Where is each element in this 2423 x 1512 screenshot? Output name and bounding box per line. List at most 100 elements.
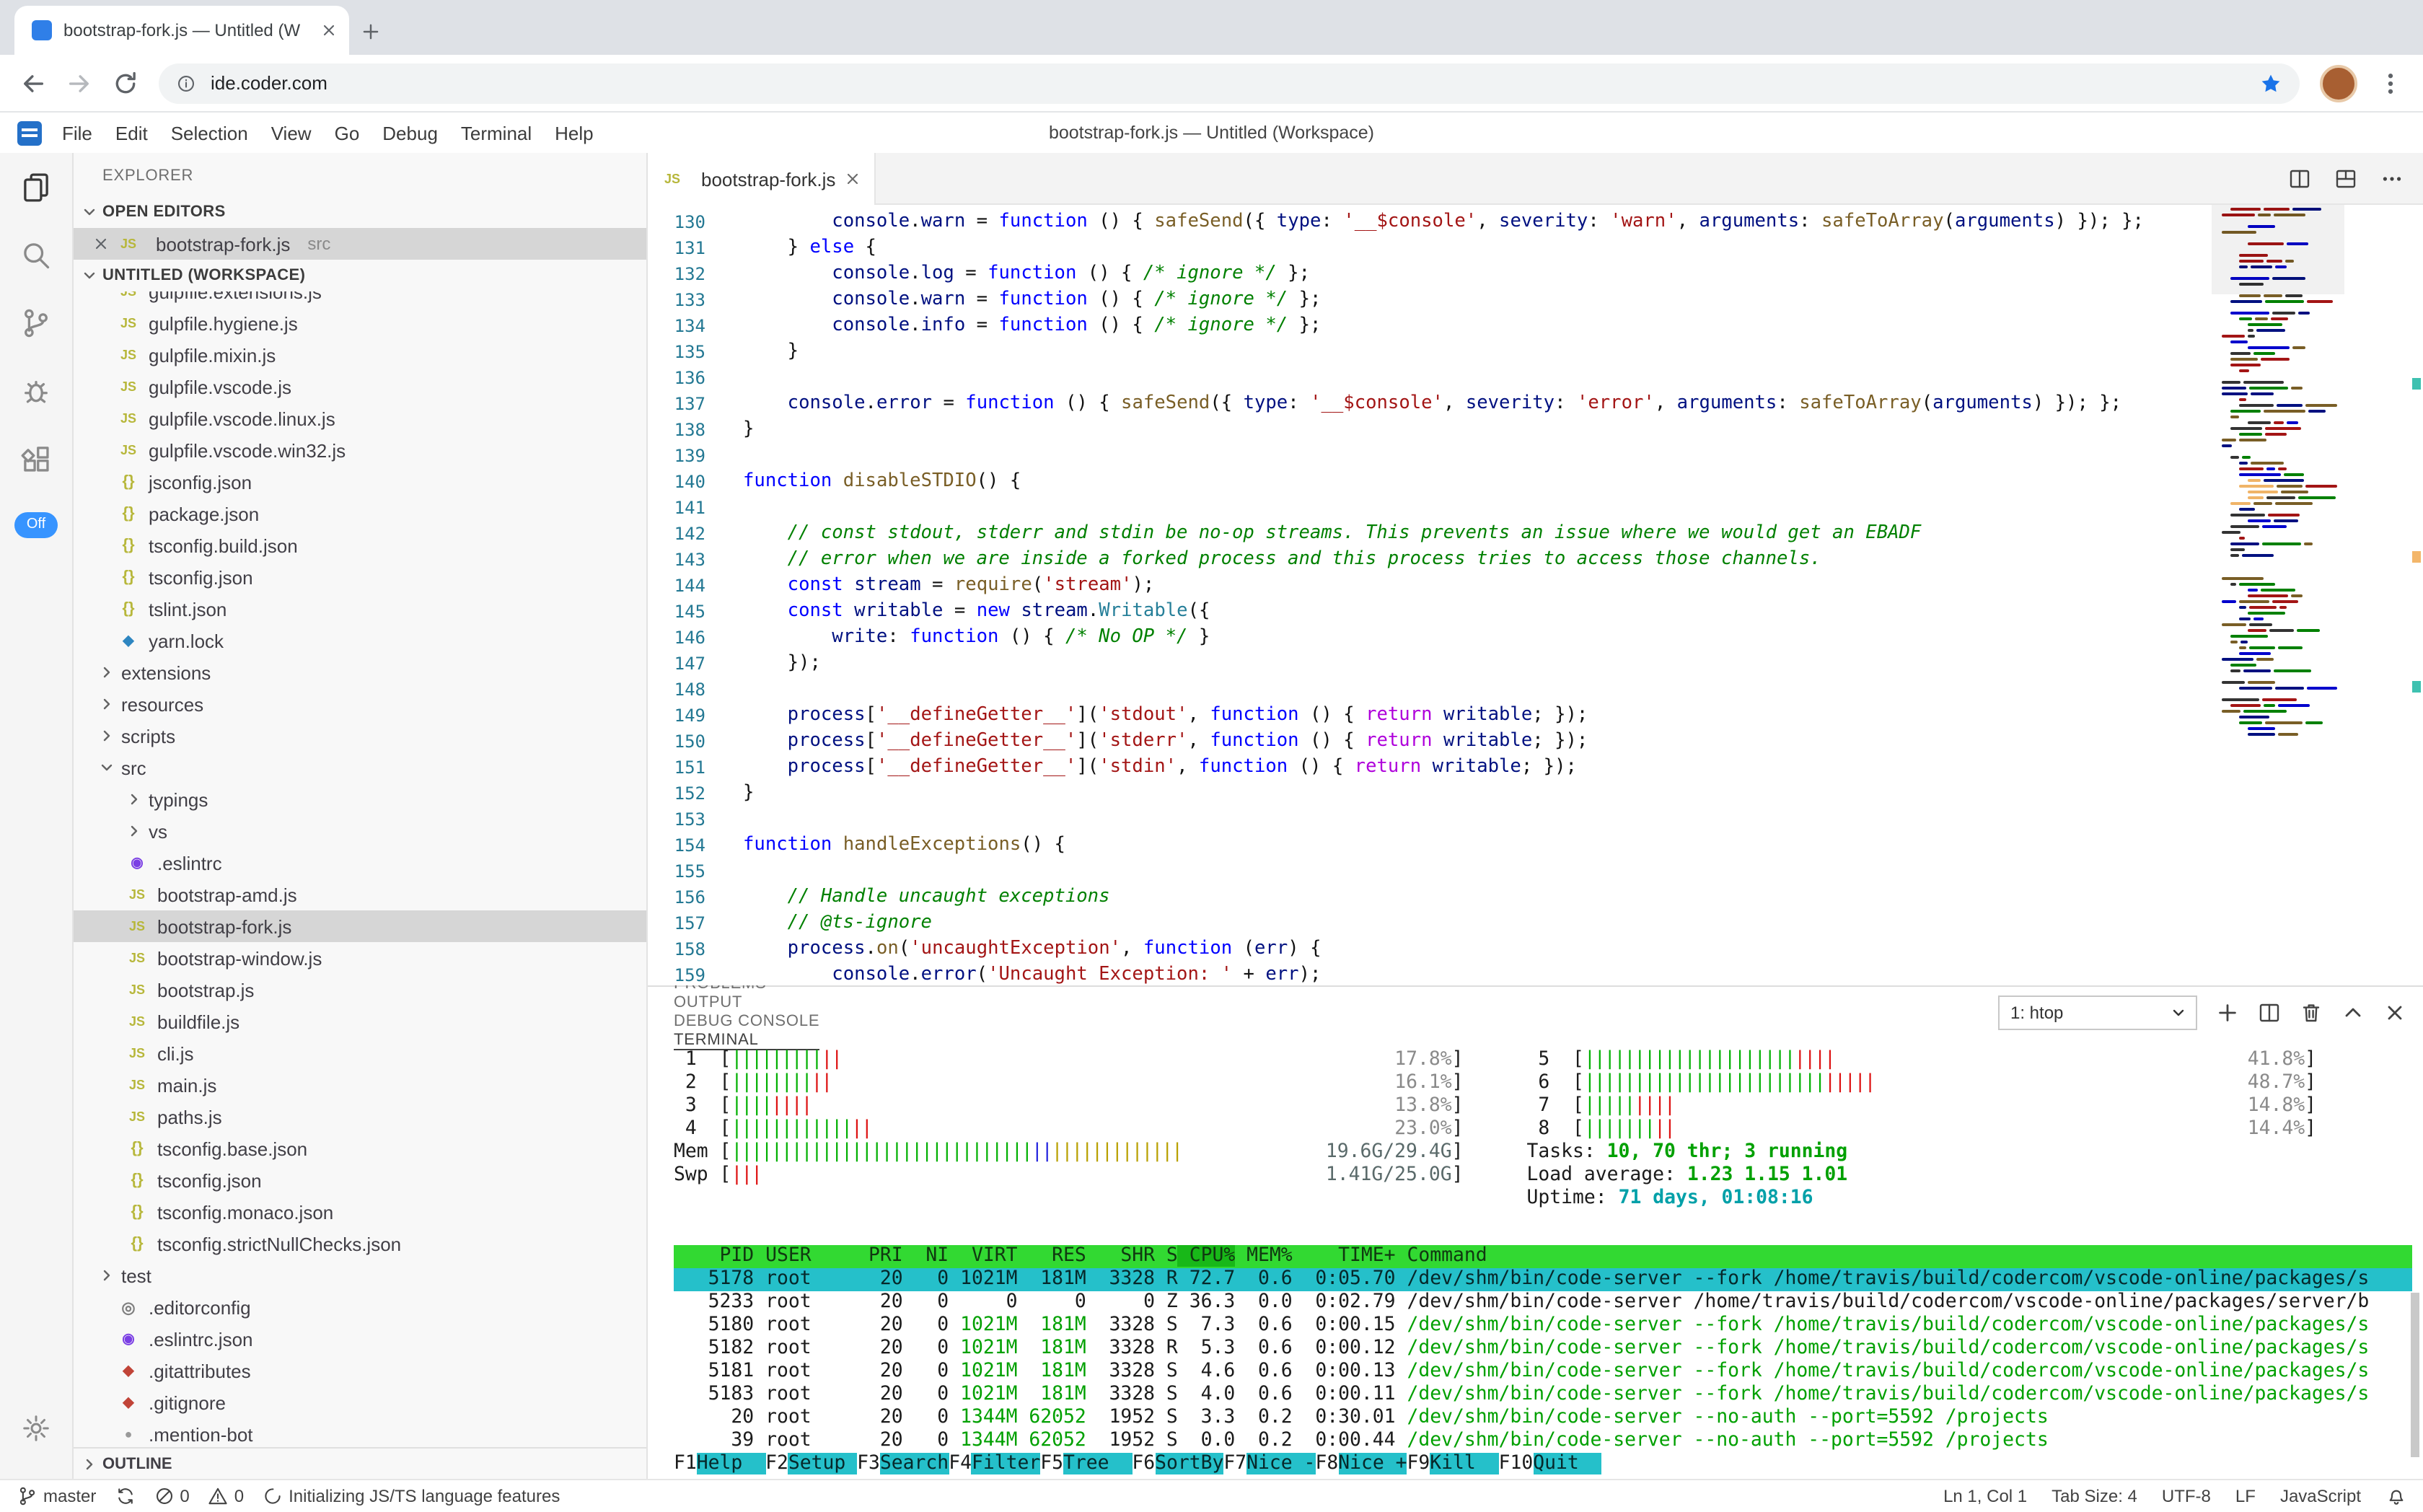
new-tab-button[interactable] — [361, 22, 381, 42]
tree-item-gulpfile.vscode.js[interactable]: JSgulpfile.vscode.js — [74, 371, 646, 403]
forward-icon[interactable] — [66, 70, 92, 96]
tree-item-resources[interactable]: resources — [74, 688, 646, 720]
statusbar-sync[interactable] — [115, 1486, 135, 1506]
tree-item-gulpfile.hygiene.js[interactable]: JSgulpfile.hygiene.js — [74, 307, 646, 339]
maximize-panel-icon[interactable] — [2341, 1001, 2364, 1024]
workspace-header[interactable]: UNTITLED (WORKSPACE) — [74, 260, 646, 291]
address-bar[interactable]: ide.coder.com — [159, 63, 2299, 103]
statusbar-loading[interactable]: Initializing JS/TS language features — [263, 1486, 560, 1506]
minimap-slider[interactable] — [2211, 205, 2344, 294]
url-text[interactable]: ide.coder.com — [211, 72, 2244, 94]
profile-avatar[interactable] — [2319, 64, 2357, 102]
kill-terminal-icon[interactable] — [2299, 1001, 2322, 1024]
tree-item-tsconfig.json[interactable]: {}tsconfig.json — [74, 561, 646, 593]
menu-selection[interactable]: Selection — [159, 122, 260, 144]
tree-item-src[interactable]: src — [74, 752, 646, 783]
close-panel-icon[interactable] — [2383, 1001, 2406, 1024]
tree-item-.eslintrc.json[interactable]: ◉.eslintrc.json — [74, 1323, 646, 1355]
statusbar-branch[interactable]: master — [17, 1486, 96, 1506]
site-info-icon[interactable] — [176, 73, 196, 93]
more-actions-icon[interactable] — [2380, 167, 2403, 190]
bookmark-star-icon[interactable] — [2259, 71, 2282, 94]
tree-item-paths.js[interactable]: JSpaths.js — [74, 1101, 646, 1133]
menu-edit[interactable]: Edit — [104, 122, 159, 144]
statusbar-bell[interactable] — [2385, 1486, 2406, 1506]
files-icon[interactable] — [20, 153, 52, 221]
statusbar-utf-8[interactable]: UTF-8 — [2162, 1486, 2211, 1506]
split-editor-icon[interactable] — [2287, 167, 2310, 190]
reload-icon[interactable] — [113, 70, 138, 96]
statusbar-javascript[interactable]: JavaScript — [2280, 1486, 2361, 1506]
tree-item-tsconfig.base.json[interactable]: {}tsconfig.base.json — [74, 1133, 646, 1164]
tree-item-main.js[interactable]: JSmain.js — [74, 1069, 646, 1101]
tree-item-gulpfile.vscode.win32.js[interactable]: JSgulpfile.vscode.win32.js — [74, 434, 646, 466]
statusbar-ln-1-col-1[interactable]: Ln 1, Col 1 — [1943, 1486, 2027, 1506]
split-terminal-icon[interactable] — [2257, 1001, 2280, 1024]
new-terminal-icon[interactable] — [2215, 1001, 2238, 1024]
tree-item-gulpfile.mixin.js[interactable]: JSgulpfile.mixin.js — [74, 339, 646, 371]
open-editor-item[interactable]: JS bootstrap-fork.js src — [74, 228, 646, 260]
debug-icon[interactable] — [20, 356, 52, 424]
statusbar-tab-size-4[interactable]: Tab Size: 4 — [2052, 1486, 2137, 1506]
tree-item-bootstrap-amd.js[interactable]: JSbootstrap-amd.js — [74, 879, 646, 910]
htop-table-header[interactable]: PID USER PRI NI VIRT RES SHR S CPU% MEM%… — [674, 1245, 2411, 1268]
status-badge[interactable]: Off — [15, 512, 57, 538]
tree-item-yarn.lock[interactable]: ◆yarn.lock — [74, 625, 646, 656]
menu-view[interactable]: View — [260, 122, 323, 144]
outline-header[interactable]: OUTLINE — [74, 1447, 646, 1479]
tree-item-buildfile.js[interactable]: JSbuildfile.js — [74, 1006, 646, 1037]
tree-item-vs[interactable]: vs — [74, 815, 646, 847]
editor-tab[interactable]: JS bootstrap-fork.js — [648, 153, 876, 205]
tree-item-.gitignore[interactable]: ◆.gitignore — [74, 1386, 646, 1418]
htop-meter: 1 [|||||||||||17.8%] — [674, 1049, 1464, 1072]
tree-item-tsconfig.build.json[interactable]: {}tsconfig.build.json — [74, 529, 646, 561]
menu-help[interactable]: Help — [543, 122, 605, 144]
menu-file[interactable]: File — [50, 122, 104, 144]
tree-item-package.json[interactable]: {}package.json — [74, 498, 646, 529]
terminal-select[interactable]: 1: htop — [1997, 995, 2196, 1029]
open-editors-header[interactable]: OPEN EDITORS — [74, 196, 646, 228]
tree-item-.gitattributes[interactable]: ◆.gitattributes — [74, 1355, 646, 1386]
tree-item-test[interactable]: test — [74, 1260, 646, 1291]
menu-debug[interactable]: Debug — [371, 122, 449, 144]
panel-tab-debug-console[interactable]: DEBUG CONSOLE — [674, 1012, 819, 1031]
tree-item-cli.js[interactable]: JScli.js — [74, 1037, 646, 1069]
editor-layout-icon[interactable] — [2334, 167, 2357, 190]
close-icon[interactable] — [844, 170, 861, 188]
coder-logo[interactable] — [17, 120, 42, 145]
extensions-icon[interactable] — [20, 424, 52, 492]
statusbar-warning[interactable]: 0 — [208, 1486, 244, 1506]
tree-item-bootstrap.js[interactable]: JSbootstrap.js — [74, 974, 646, 1006]
menu-go[interactable]: Go — [323, 122, 371, 144]
tree-item-tsconfig.monaco.json[interactable]: {}tsconfig.monaco.json — [74, 1196, 646, 1228]
menu-terminal[interactable]: Terminal — [449, 122, 543, 144]
tree-item-gulpfile.extensions.js[interactable]: JSgulpfile.extensions.js — [74, 291, 646, 307]
statusbar-lf[interactable]: LF — [2235, 1486, 2256, 1506]
panel-tab-output[interactable]: OUTPUT — [674, 993, 819, 1012]
tree-item-.eslintrc[interactable]: ◉.eslintrc — [74, 847, 646, 879]
tab-close-icon[interactable] — [320, 22, 338, 39]
tree-item-bootstrap-window.js[interactable]: JSbootstrap-window.js — [74, 942, 646, 974]
search-icon[interactable] — [20, 221, 52, 289]
browser-tab[interactable]: bootstrap-fork.js — Untitled (W — [14, 6, 349, 55]
statusbar-error[interactable]: 0 — [154, 1486, 189, 1506]
back-icon[interactable] — [20, 70, 46, 96]
tree-item-bootstrap-fork.js[interactable]: JSbootstrap-fork.js — [74, 910, 646, 942]
tree-item-tsconfig.json[interactable]: {}tsconfig.json — [74, 1164, 646, 1196]
settings-gear-icon[interactable] — [0, 1394, 72, 1462]
source-control-icon[interactable] — [20, 289, 52, 356]
terminal-scrollbar[interactable] — [2410, 1293, 2419, 1456]
code-editor[interactable]: 130 console.warn = function () { safeSen… — [648, 205, 2423, 985]
tree-item-tsconfig.strictNullChecks.json[interactable]: {}tsconfig.strictNullChecks.json — [74, 1228, 646, 1260]
browser-menu-icon[interactable] — [2377, 70, 2403, 96]
close-icon[interactable] — [92, 235, 110, 252]
tree-item-tslint.json[interactable]: {}tslint.json — [74, 593, 646, 625]
terminal-output[interactable]: 1 [|||||||||||17.8%] 2 [||||||||||16.1%]… — [648, 1037, 2423, 1479]
tree-item-.mention-bot[interactable]: ●.mention-bot — [74, 1418, 646, 1447]
tree-item-scripts[interactable]: scripts — [74, 720, 646, 752]
tree-item-.editorconfig[interactable]: ◎.editorconfig — [74, 1291, 646, 1323]
tree-item-gulpfile.vscode.linux.js[interactable]: JSgulpfile.vscode.linux.js — [74, 403, 646, 434]
tree-item-extensions[interactable]: extensions — [74, 656, 646, 688]
tree-item-typings[interactable]: typings — [74, 783, 646, 815]
tree-item-jsconfig.json[interactable]: {}jsconfig.json — [74, 466, 646, 498]
